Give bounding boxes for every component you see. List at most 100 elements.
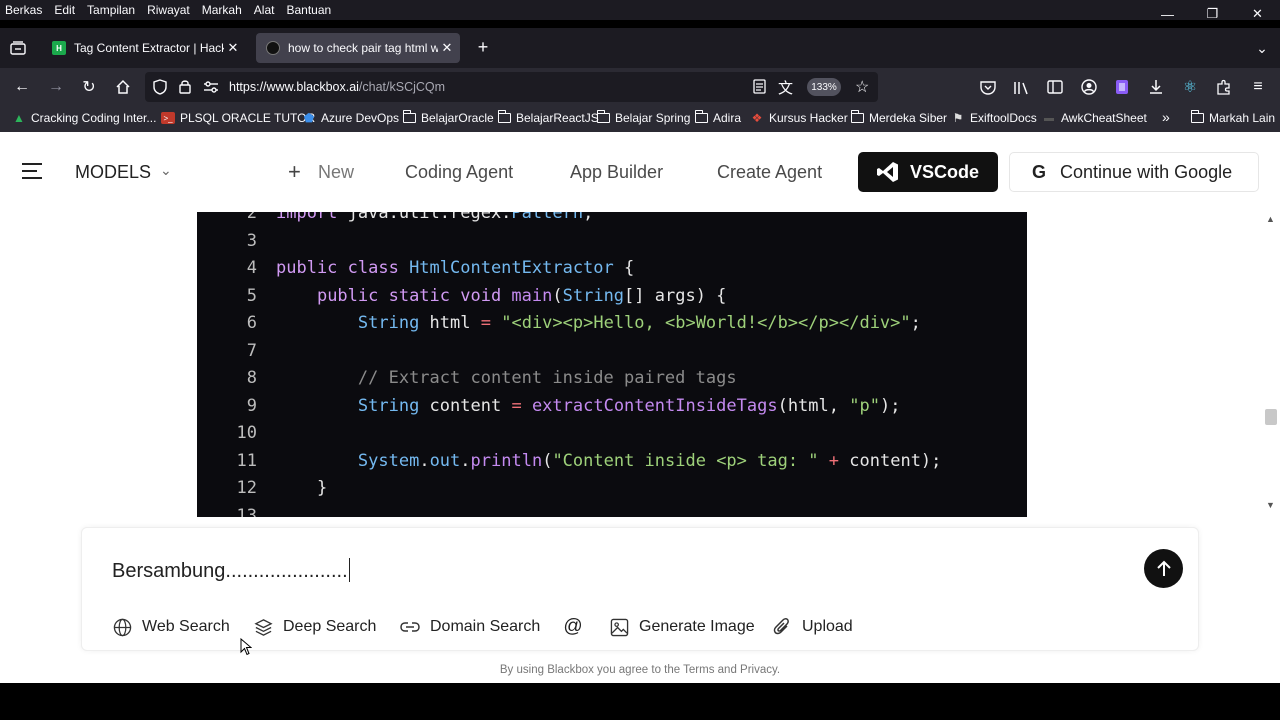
bookmark-favicon-green-icon: ▲: [13, 111, 25, 125]
other-bookmarks-folder[interactable]: Markah Lain: [1190, 110, 1275, 125]
vscode-icon: [876, 160, 900, 184]
menu-tools[interactable]: Alat: [248, 3, 281, 17]
scroll-down-icon[interactable]: ▼: [1266, 500, 1275, 510]
url-host: https://www.blackbox.ai: [229, 80, 359, 94]
new-chat-button[interactable]: New: [318, 162, 354, 183]
extensions-icon[interactable]: [1213, 76, 1235, 98]
forward-icon[interactable]: →: [45, 76, 67, 98]
vscode-button[interactable]: VSCode: [858, 152, 998, 192]
chevron-down-icon[interactable]: ⌄: [160, 162, 172, 179]
permissions-icon[interactable]: [203, 80, 219, 99]
bookmark-folder[interactable]: Adira: [694, 110, 741, 125]
bookmark-folder[interactable]: Merdeka Siber: [850, 110, 947, 125]
reader-view-icon[interactable]: [753, 79, 766, 99]
restore-icon[interactable]: ❐: [1190, 0, 1235, 28]
extension-purple-icon[interactable]: [1111, 76, 1133, 98]
bookmark-item[interactable]: ❖ Kursus Hacker: [750, 111, 848, 125]
translate-icon[interactable]: 文: [778, 77, 793, 98]
star-icon[interactable]: ☆: [855, 77, 869, 97]
bookmark-item[interactable]: ▲ Cracking Coding Inter...: [12, 111, 156, 125]
address-bar[interactable]: https://www.blackbox.ai/chat/kSCjCQm 文 1…: [145, 72, 878, 102]
bookmark-folder[interactable]: Belajar Spring: [596, 110, 690, 125]
code-token: =: [480, 313, 491, 333]
code-token: "p": [849, 395, 880, 416]
new-tab-icon[interactable]: +: [472, 36, 494, 58]
bookmark-folder[interactable]: BelajarReactJS: [497, 110, 599, 125]
minimize-icon[interactable]: —: [1145, 0, 1190, 28]
tool-label: Web Search: [142, 618, 230, 635]
page-icon: ▬: [1044, 112, 1054, 124]
code-token: "Content inside <p> tag: ": [552, 450, 819, 471]
reload-icon[interactable]: ↻: [78, 76, 100, 98]
scroll-up-icon[interactable]: ▲: [1266, 214, 1275, 224]
menu-bookmarks[interactable]: Markah: [196, 3, 248, 17]
account-icon[interactable]: [1078, 76, 1100, 98]
hamburger-menu-icon[interactable]: [22, 163, 42, 179]
bookmark-item[interactable]: ⬟ Azure DevOps: [302, 111, 399, 125]
close-tab-icon[interactable]: ✕: [224, 39, 242, 57]
code-text: // Extract content inside paired tags: [276, 368, 737, 388]
scrollbar-thumb[interactable]: [1265, 409, 1277, 425]
line-number: 11: [236, 450, 257, 471]
web-page: MODELS ⌄ + New Coding Agent App Builder …: [0, 132, 1280, 683]
menu-help[interactable]: Bantuan: [280, 3, 337, 17]
domain-search-button[interactable]: Domain Search: [400, 617, 540, 637]
scrollbar[interactable]: ▲ ▼: [1262, 212, 1280, 515]
code-token: // Extract content inside paired tags: [357, 368, 737, 388]
menu-file[interactable]: Berkas: [0, 3, 48, 17]
browser-window: Berkas Edit Tampilan Riwayat Markah Alat…: [0, 0, 1280, 720]
chat-input[interactable]: Bersambung......................: [112, 558, 350, 583]
models-dropdown[interactable]: MODELS: [75, 162, 151, 183]
upload-button[interactable]: Upload: [772, 617, 853, 637]
code-token: content);: [839, 450, 942, 471]
exiftool-icon: ⚑: [952, 111, 964, 125]
deep-search-button[interactable]: Deep Search: [253, 617, 376, 637]
pocket-icon[interactable]: [977, 76, 999, 98]
send-button[interactable]: [1144, 549, 1183, 588]
coding-agent-link[interactable]: Coding Agent: [405, 162, 513, 183]
tab-list-icon[interactable]: [8, 38, 28, 58]
code-token: (: [542, 450, 553, 471]
menu-edit[interactable]: Edit: [48, 3, 81, 17]
layers-icon: [253, 617, 273, 637]
code-token: String: [357, 395, 420, 416]
menu-history[interactable]: Riwayat: [141, 3, 196, 17]
bookmark-folder[interactable]: BelajarOracle: [402, 110, 494, 125]
plus-icon[interactable]: +: [288, 159, 301, 185]
navigation-bar: ← → ↻ https://www.blackbox.ai/chat/kSCjC…: [0, 68, 1280, 106]
create-agent-link[interactable]: Create Agent: [717, 162, 822, 183]
menu-view[interactable]: Tampilan: [81, 3, 141, 17]
code-token: {: [613, 258, 635, 278]
app-menu-icon[interactable]: ≡: [1247, 76, 1269, 98]
lock-icon[interactable]: [179, 79, 191, 99]
library-icon[interactable]: [1010, 76, 1032, 98]
continue-with-google-button[interactable]: G Continue with Google: [1009, 152, 1259, 192]
home-icon[interactable]: [112, 76, 134, 98]
react-devtools-icon[interactable]: ⚛: [1179, 76, 1201, 98]
download-icon[interactable]: [1145, 76, 1167, 98]
generate-image-button[interactable]: Generate Image: [609, 617, 755, 637]
code-token: [] args) {: [624, 285, 727, 306]
back-icon[interactable]: ←: [11, 76, 33, 98]
bookmarks-overflow-icon[interactable]: »: [1162, 109, 1170, 125]
app-header: MODELS ⌄ + New Coding Agent App Builder …: [0, 132, 1262, 212]
tab-hackerrank[interactable]: H Tag Content Extractor | HackerR ✕: [42, 33, 248, 63]
close-tab-icon[interactable]: ✕: [438, 39, 456, 57]
shield-icon[interactable]: [153, 79, 167, 100]
tab-blackbox[interactable]: how to check pair tag html with ✕: [256, 33, 460, 63]
close-window-icon[interactable]: ✕: [1235, 0, 1280, 28]
code-token: +: [828, 450, 840, 471]
url-text[interactable]: https://www.blackbox.ai/chat/kSCjCQm: [229, 80, 445, 94]
bookmark-item[interactable]: >_ PLSQL ORACLE TUTOR: [161, 111, 315, 125]
bookmark-item[interactable]: ▬ AwkCheatSheet: [1042, 111, 1147, 125]
mention-button[interactable]: @: [563, 616, 593, 637]
bookmark-item[interactable]: ⚑ ExiftoolDocs: [951, 111, 1037, 125]
app-builder-link[interactable]: App Builder: [570, 162, 663, 183]
zoom-level[interactable]: 133%: [807, 78, 841, 96]
sidebar-icon[interactable]: [1044, 76, 1066, 98]
web-search-button[interactable]: Web Search: [112, 617, 230, 637]
code-text: System.out.println("Content inside <p> t…: [276, 450, 942, 471]
chevron-down-icon[interactable]: ⌄: [1252, 38, 1272, 58]
